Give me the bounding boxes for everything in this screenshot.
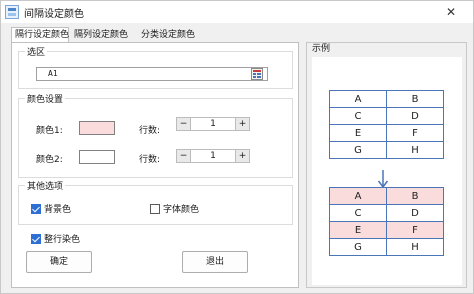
color1-swatch[interactable] (79, 121, 115, 135)
table-cell: B (386, 187, 444, 205)
whole-row-checkbox[interactable] (31, 234, 41, 244)
rows2-stepper: − 1 + (176, 149, 250, 163)
app-icon (5, 5, 19, 19)
rows2-label: 行数: (139, 155, 161, 165)
table-cell: A (329, 90, 387, 108)
table-cell: F (386, 221, 444, 239)
table-row: A B (329, 187, 444, 205)
rows1-plus-button[interactable]: + (235, 117, 250, 131)
table-cell: E (329, 124, 387, 142)
example-title: 示例 (312, 44, 331, 54)
app-window: 间隔设定颜色 ✕ 隔行设定颜色 隔列设定颜色 分类设定颜色 选区 A1 颜色设置… (0, 0, 474, 294)
arrow-down-icon (377, 170, 389, 189)
table-row: C D (329, 204, 444, 222)
table-cell: G (329, 141, 387, 159)
tab-row-interval[interactable]: 隔行设定颜色 (11, 27, 69, 43)
rows1-stepper: − 1 + (176, 117, 250, 131)
close-button[interactable]: ✕ (429, 1, 473, 23)
example-after-table: A B C D E F G H (329, 187, 444, 256)
window-title: 间隔设定颜色 (24, 9, 84, 20)
color2-swatch[interactable] (79, 150, 115, 164)
color1-label: 颜色1: (36, 126, 63, 136)
font-color-label: 字体颜色 (163, 205, 200, 215)
range-input[interactable]: A1 (36, 67, 268, 81)
exit-button[interactable]: 退出 (182, 251, 248, 273)
table-row: G H (329, 141, 444, 159)
font-color-checkbox[interactable] (150, 204, 160, 214)
range-group-title: 选区 (25, 45, 48, 58)
table-cell: H (386, 238, 444, 256)
background-label: 背景色 (44, 205, 72, 215)
table-row: E F (329, 221, 444, 239)
table-cell: D (386, 204, 444, 222)
rows1-value[interactable]: 1 (191, 117, 235, 131)
background-checkbox[interactable] (31, 204, 41, 214)
rows2-minus-button[interactable]: − (176, 149, 191, 163)
color-settings-group: 颜色设置 (18, 92, 293, 178)
table-cell: C (329, 204, 387, 222)
table-cell: A (329, 187, 387, 205)
tab-column-interval[interactable]: 隔列设定颜色 (71, 28, 133, 43)
table-cell: H (386, 141, 444, 159)
tab-category-color[interactable]: 分类设定颜色 (138, 28, 200, 43)
table-cell: E (329, 221, 387, 239)
range-select-icon[interactable] (251, 68, 263, 80)
color-settings-title: 颜色设置 (25, 92, 66, 105)
title-bar: 间隔设定颜色 ✕ (1, 1, 473, 23)
ok-button[interactable]: 确定 (26, 251, 92, 273)
table-cell: F (386, 124, 444, 142)
rows1-minus-button[interactable]: − (176, 117, 191, 131)
rows1-label: 行数: (139, 126, 161, 136)
color2-label: 颜色2: (36, 155, 63, 165)
table-cell: C (329, 107, 387, 125)
rows2-value[interactable]: 1 (191, 149, 235, 163)
whole-row-label: 整行染色 (44, 235, 81, 245)
table-cell: B (386, 90, 444, 108)
table-row: G H (329, 238, 444, 256)
tab-panel: 选区 A1 颜色设置 颜色1: 行数: − 1 + 颜色2: 行数: − 1 +… (11, 42, 299, 288)
example-before-table: A B C D E F G H (329, 90, 444, 159)
table-cell: G (329, 238, 387, 256)
other-options-title: 其他选项 (25, 179, 66, 192)
table-row: E F (329, 124, 444, 142)
table-row: C D (329, 107, 444, 125)
table-cell: D (386, 107, 444, 125)
table-row: A B (329, 90, 444, 108)
rows2-plus-button[interactable]: + (235, 149, 250, 163)
